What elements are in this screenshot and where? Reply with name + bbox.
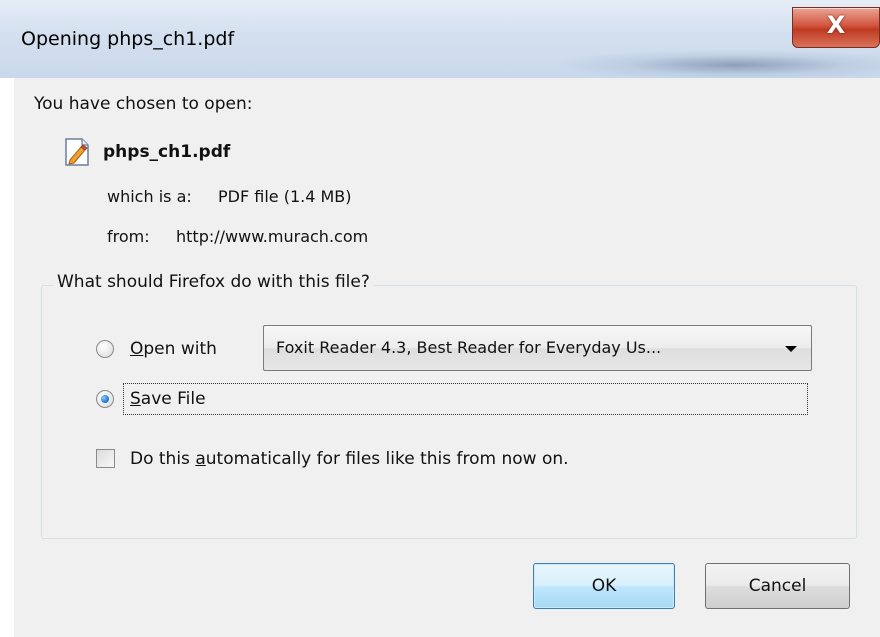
- auto-action-accel: a: [195, 449, 206, 469]
- action-groupbox-legend: What should Firefox do with this file?: [53, 272, 374, 292]
- chevron-down-icon: [785, 346, 797, 352]
- file-name: phps_ch1.pdf: [103, 142, 231, 162]
- close-button[interactable]: X: [792, 7, 880, 48]
- auto-action-label[interactable]: Do this automatically for files like thi…: [130, 449, 569, 469]
- auto-action-rest: utomatically for files like this from no…: [205, 449, 569, 469]
- save-file-radio[interactable]: [96, 390, 114, 408]
- pdf-document-icon: [65, 138, 89, 166]
- file-type-value: PDF file (1.4 MB): [218, 187, 352, 206]
- close-icon: X: [826, 11, 846, 39]
- chosen-label: You have chosen to open:: [34, 94, 253, 114]
- auto-action-checkbox[interactable]: [96, 449, 115, 468]
- open-with-label-rest: pen with: [143, 339, 217, 359]
- background-blur: [560, 50, 880, 80]
- save-file-label: Save File: [130, 389, 206, 409]
- file-type-label: which is a:: [107, 187, 192, 206]
- save-file-focus-rect[interactable]: Save File: [123, 383, 808, 415]
- open-with-app-select[interactable]: Foxit Reader 4.3, Best Reader for Everyd…: [263, 325, 812, 371]
- open-with-app-value: Foxit Reader 4.3, Best Reader for Everyd…: [276, 338, 662, 357]
- cancel-button[interactable]: Cancel: [705, 563, 850, 609]
- open-with-radio[interactable]: [96, 340, 114, 358]
- save-file-label-rest: ave File: [140, 389, 206, 409]
- title-bar: Opening phps_ch1.pdf X: [0, 0, 880, 80]
- save-file-accel: S: [130, 389, 141, 409]
- open-with-label[interactable]: Open with: [130, 339, 217, 359]
- source-url: http://www.murach.com: [176, 227, 369, 246]
- open-with-accel: O: [130, 339, 144, 359]
- auto-action-prefix: Do this: [130, 449, 196, 469]
- source-label: from:: [107, 227, 150, 246]
- ok-button[interactable]: OK: [533, 563, 675, 609]
- window-title: Opening phps_ch1.pdf: [21, 28, 235, 50]
